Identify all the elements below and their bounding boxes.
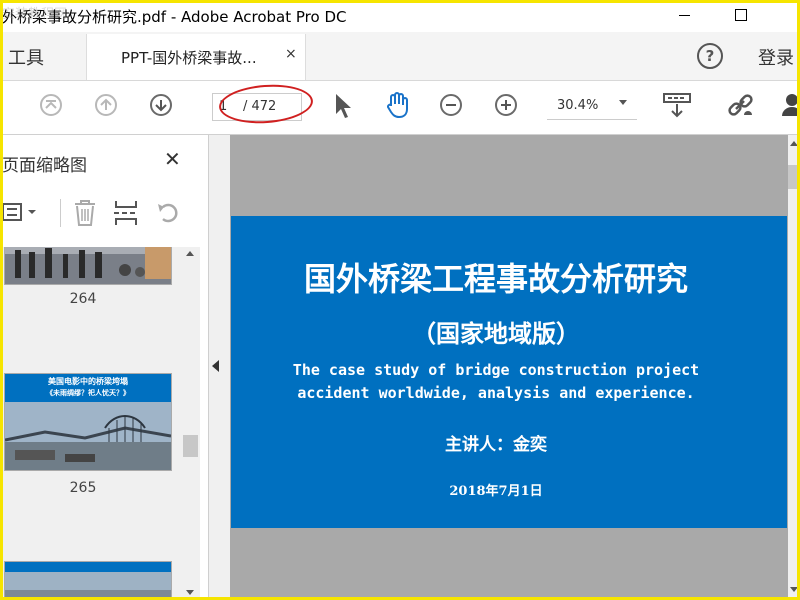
- scrollbar-thumb[interactable]: [788, 165, 798, 189]
- thumbnail-caption-line1: 美国电影中的桥梁垮塌: [48, 377, 128, 386]
- zoom-out-icon[interactable]: [440, 94, 462, 116]
- thumbnail-page-266[interactable]: [4, 561, 172, 600]
- window-titlebar: 外桥梁事故分析研究.pdf - Adobe Acrobat Pro DC 安装教…: [0, 0, 800, 32]
- collapse-panel-icon[interactable]: [212, 360, 219, 372]
- slide-page: 国外桥梁工程事故分析研究 （国家地域版） The case study of b…: [231, 216, 787, 528]
- page-up-first-icon[interactable]: [40, 94, 62, 116]
- tab-document[interactable]: PPT-国外桥梁事故... ×: [86, 34, 306, 80]
- scroll-down-arrow-icon[interactable]: [790, 587, 798, 592]
- thumbnail-page-265[interactable]: 美国电影中的桥梁垮塌 《未雨绸缪？祀人忧天？》: [4, 373, 172, 471]
- scroll-up-arrow-icon[interactable]: [186, 251, 194, 256]
- thumbnail-page-264[interactable]: [4, 247, 172, 285]
- thumbnail-photo: [5, 402, 171, 470]
- tab-document-label: PPT-国外桥梁事故...: [121, 49, 257, 67]
- thumbnail-caption-line2: 《未雨绸缪？祀人忧天？》: [46, 389, 130, 397]
- scrollbar-thumb[interactable]: [183, 435, 198, 457]
- thumbnail-page-number: 265: [69, 480, 97, 496]
- main-toolbar: 1 / 472 30.4%: [0, 81, 800, 135]
- page-thumbnails-panel: 页面缩略图 ✕ 264 美国电影中的桥梁垮塌 《未雨绸缪？祀人忧天？》 265: [0, 135, 209, 600]
- hand-tool-icon[interactable]: [383, 90, 413, 124]
- scroll-up-arrow-icon[interactable]: [790, 141, 798, 146]
- thumbnail-list: 264 美国电影中的桥梁垮塌 《未雨绸缪？祀人忧天？》 265: [0, 247, 190, 600]
- slide-presenter: 主讲人：金奕: [445, 435, 547, 455]
- next-page-icon[interactable]: [150, 94, 172, 116]
- panel-title: 页面缩略图: [2, 156, 87, 176]
- previous-page-icon[interactable]: [95, 94, 117, 116]
- toolbar-divider: [60, 199, 61, 227]
- thumbnail-scrollbar[interactable]: [181, 247, 200, 600]
- zoom-value: 30.4%: [557, 98, 599, 113]
- watermark: 安装教程网: [2, 7, 68, 22]
- rotate-page-icon[interactable]: [155, 199, 183, 231]
- document-scrollbar[interactable]: [788, 135, 800, 600]
- chevron-down-icon: [619, 100, 627, 105]
- slide-date: 2018年7月1日: [449, 484, 543, 499]
- user-icon[interactable]: [780, 92, 800, 122]
- minimize-button[interactable]: [660, 0, 710, 32]
- close-panel-icon[interactable]: ✕: [164, 147, 181, 171]
- zoom-level-dropdown[interactable]: 30.4%: [547, 93, 637, 120]
- document-view[interactable]: 国外桥梁工程事故分析研究 （国家地域版） The case study of b…: [230, 135, 788, 600]
- zoom-in-icon[interactable]: [495, 94, 517, 116]
- scroll-down-arrow-icon[interactable]: [186, 590, 194, 595]
- thumbnail-toolbar: [0, 195, 200, 231]
- select-cursor-icon[interactable]: [332, 92, 354, 124]
- scroll-mode-icon[interactable]: [662, 92, 692, 124]
- tab-bar: 工具 PPT-国外桥梁事故... × ? 登录: [0, 32, 800, 81]
- close-tab-icon[interactable]: ×: [285, 46, 297, 62]
- slide-english-line2: accident worldwide, analysis and experie…: [297, 384, 695, 402]
- tab-tools[interactable]: 工具: [8, 44, 44, 70]
- link-icon[interactable]: [726, 91, 756, 125]
- maximize-button[interactable]: [716, 0, 766, 32]
- help-icon[interactable]: ?: [697, 43, 723, 69]
- login-button[interactable]: 登录: [758, 44, 794, 70]
- thumbnail-page-number: 264: [69, 291, 97, 307]
- delete-page-icon[interactable]: [72, 199, 98, 231]
- thumbnail-options-icon[interactable]: [2, 201, 40, 227]
- slide-english-line1: The case study of bridge construction pr…: [292, 361, 700, 379]
- slide-subtitle: （国家地域版）: [412, 319, 580, 348]
- slide-title: 国外桥梁工程事故分析研究: [303, 260, 688, 298]
- extract-pages-icon[interactable]: [113, 199, 139, 231]
